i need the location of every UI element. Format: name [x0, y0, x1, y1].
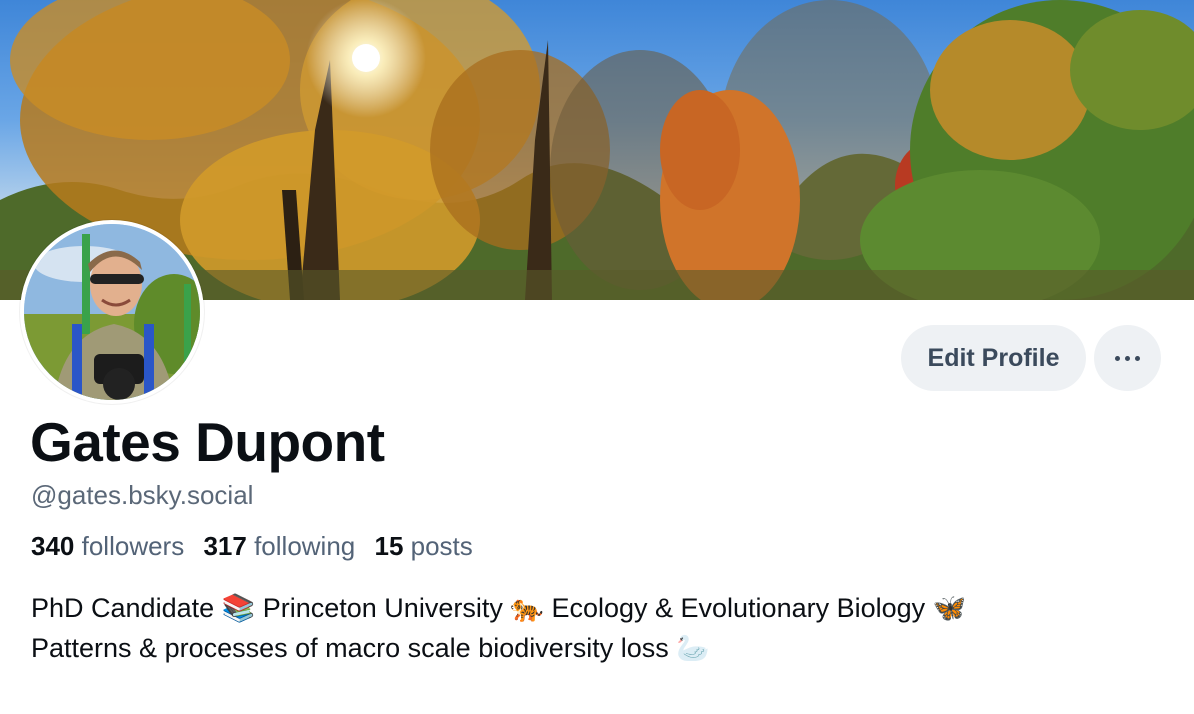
bio-line-2: Patterns & processes of macro scale biod…: [31, 633, 710, 663]
following-label: following: [254, 531, 356, 561]
following-link[interactable]: 317 following: [203, 531, 355, 561]
profile-bio: PhD Candidate 📚 Princeton University 🐅 E…: [31, 588, 1161, 668]
followers-count: 340: [31, 531, 75, 561]
followers-label: followers: [81, 531, 185, 561]
following-count: 317: [203, 531, 247, 561]
posts-label: posts: [410, 531, 473, 561]
avatar[interactable]: [20, 220, 204, 404]
user-handle: @gates.bsky.social: [31, 480, 254, 510]
display-name: Gates Dupont: [30, 411, 385, 473]
ellipsis-icon: [1115, 355, 1140, 361]
profile-stats: 340 followers 317 following 15 posts: [31, 531, 485, 562]
posts-count: 15: [374, 531, 404, 561]
avatar-photo: [24, 224, 200, 400]
posts-count-item: 15 posts: [374, 531, 472, 561]
more-options-button[interactable]: [1094, 325, 1161, 391]
edit-profile-button[interactable]: Edit Profile: [901, 325, 1086, 391]
followers-link[interactable]: 340 followers: [31, 531, 184, 561]
bio-line-1: PhD Candidate 📚 Princeton University 🐅 E…: [31, 593, 967, 623]
